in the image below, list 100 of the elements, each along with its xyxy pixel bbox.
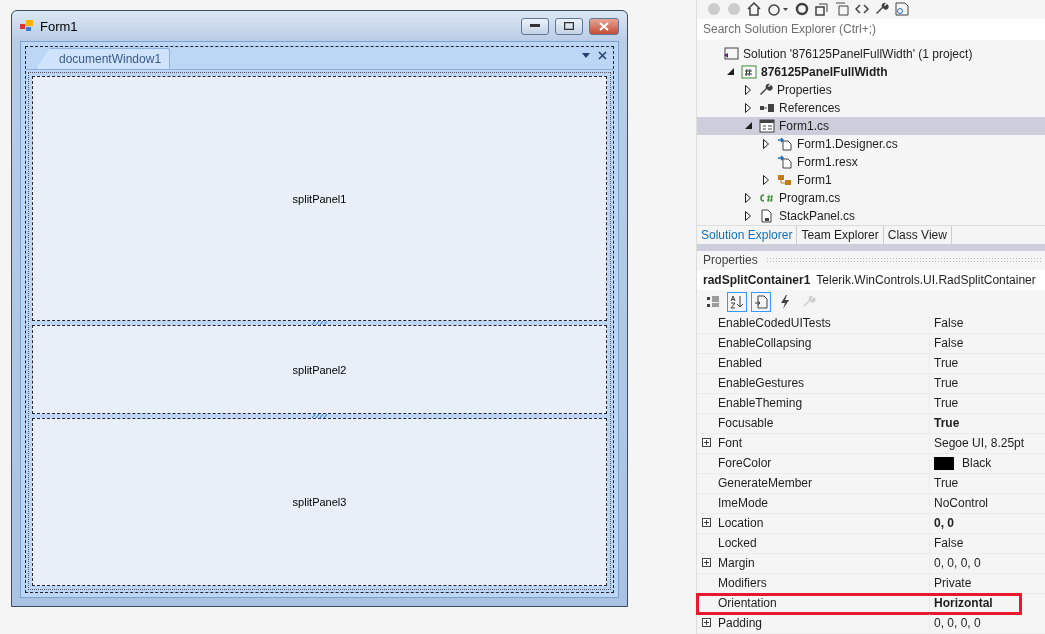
class-icon xyxy=(777,172,793,187)
property-row[interactable]: Focusable True xyxy=(697,414,1045,434)
property-name: EnableCodedUITests xyxy=(717,316,832,331)
property-value[interactable]: False xyxy=(934,536,964,551)
splitter-grip-icon[interactable] xyxy=(310,414,329,418)
property-row[interactable]: Orientation Horizontal xyxy=(697,594,1021,614)
panel-tab[interactable]: Team Explorer xyxy=(797,225,884,244)
property-row[interactable]: EnableGestures True xyxy=(697,374,1045,394)
property-value[interactable]: False xyxy=(934,336,964,351)
panel-label: splitPanel2 xyxy=(292,363,347,376)
property-value[interactable]: True xyxy=(934,376,959,391)
property-value[interactable]: True xyxy=(934,416,960,431)
expand-plus-icon[interactable] xyxy=(702,438,711,448)
linked-file-icon xyxy=(777,154,793,169)
search-field[interactable]: Search Solution Explorer (Ctrl+;) xyxy=(697,19,1045,40)
property-name: ImeMode xyxy=(717,496,770,511)
property-row[interactable]: ForeColor Black xyxy=(697,454,1045,474)
property-row[interactable]: Modifiers Private xyxy=(697,574,1045,594)
document-tab[interactable]: documentWindow1 xyxy=(36,48,171,69)
tree-item[interactable]: Properties xyxy=(697,80,1045,99)
property-row[interactable]: Enabled True xyxy=(697,354,1045,374)
property-name: Locked xyxy=(717,536,758,551)
references-icon xyxy=(759,102,775,113)
property-value[interactable]: 0, 0 xyxy=(934,516,954,531)
object-selector[interactable]: radSplitContainer1 Telerik.WinControls.UI.RadSplitContainer xyxy=(697,269,1045,291)
sort-alphabetical-icon xyxy=(730,295,744,310)
close-icon xyxy=(598,51,607,60)
collapsed-arrow-icon xyxy=(745,84,751,95)
preview-icon xyxy=(895,2,909,17)
panel-tab[interactable]: Solution Explorer xyxy=(697,225,798,244)
property-row[interactable]: EnableCollapsing False xyxy=(697,334,1045,354)
tree-item[interactable]: Form1.cs xyxy=(697,116,1045,135)
property-row[interactable]: Font Segoe UI, 8.25pt xyxy=(697,434,1045,454)
tree-item[interactable]: 876125PanelFullWidth xyxy=(697,62,1045,81)
expand-plus-icon[interactable] xyxy=(702,618,711,628)
property-page-icon xyxy=(754,295,768,310)
property-value[interactable]: True xyxy=(934,476,959,491)
minimize-icon xyxy=(530,24,540,28)
expanded-arrow-icon xyxy=(744,122,752,130)
toolbar-button[interactable] xyxy=(727,292,747,313)
property-name: Modifiers xyxy=(717,576,768,591)
lightning-icon xyxy=(779,295,791,310)
maximize-button[interactable] xyxy=(555,17,583,35)
tree-item[interactable]: StackPanel.cs xyxy=(697,206,1045,225)
property-value[interactable]: True xyxy=(934,396,959,411)
tree-item[interactable]: Form1.Designer.cs xyxy=(697,134,1045,153)
property-name: Orientation xyxy=(717,596,778,611)
panel-tab[interactable]: Class View xyxy=(883,225,952,244)
tree-item[interactable]: Form1 xyxy=(697,170,1045,189)
window-title: Form1 xyxy=(40,18,79,34)
property-value[interactable]: True xyxy=(934,356,959,371)
property-name: Padding xyxy=(717,616,764,631)
property-row[interactable]: Margin 0, 0, 0, 0 xyxy=(697,554,1045,574)
tree-item[interactable]: References xyxy=(697,98,1045,117)
property-name: EnableGestures xyxy=(717,376,806,391)
close-button[interactable] xyxy=(589,17,619,35)
property-row[interactable]: ImeMode NoControl xyxy=(697,494,1045,514)
minimize-button[interactable] xyxy=(521,17,549,35)
property-value[interactable]: False xyxy=(934,316,964,331)
property-value[interactable]: 0, 0, 0, 0 xyxy=(934,556,981,571)
property-value[interactable]: Horizontal xyxy=(934,596,993,611)
dropdown-arrow-icon xyxy=(582,53,590,58)
maximize-icon xyxy=(564,22,574,30)
property-row[interactable]: Location 0, 0 xyxy=(697,514,1045,534)
linked-file-icon xyxy=(777,136,793,151)
property-name: Enabled xyxy=(717,356,764,371)
property-value[interactable]: NoControl xyxy=(934,496,989,511)
history-icon xyxy=(767,2,789,17)
csharp-project-icon xyxy=(741,64,757,79)
wrench-icon xyxy=(802,295,816,310)
panel-title: Properties xyxy=(703,252,758,267)
collapsed-arrow-icon xyxy=(745,102,751,113)
toolbar-button[interactable] xyxy=(751,292,771,313)
tree-item[interactable]: Program.cs xyxy=(697,188,1045,207)
property-name: Font xyxy=(717,436,743,451)
collapsed-arrow-icon xyxy=(763,138,769,149)
expand-plus-icon[interactable] xyxy=(702,518,711,528)
property-name: Location xyxy=(717,516,765,531)
property-name: Margin xyxy=(717,556,756,571)
property-value[interactable]: Private xyxy=(934,576,972,591)
splitter-grip-icon[interactable] xyxy=(310,321,329,326)
collapsed-arrow-icon xyxy=(763,174,769,185)
wrench-icon xyxy=(759,82,773,97)
property-row[interactable]: EnableTheming True xyxy=(697,394,1045,414)
property-value[interactable]: 0, 0, 0, 0 xyxy=(934,616,981,631)
property-row[interactable]: Padding 0, 0, 0, 0 xyxy=(697,614,1045,634)
property-row[interactable]: Locked False xyxy=(697,534,1045,554)
close-icon xyxy=(599,21,609,31)
tree-item[interactable]: Solution '876125PanelFullWidth' (1 project) xyxy=(697,44,1045,63)
expand-plus-icon[interactable] xyxy=(702,558,711,568)
property-value[interactable]: Black xyxy=(962,456,992,471)
panel-label: splitPanel3 xyxy=(292,496,347,508)
categorized-icon xyxy=(706,295,720,310)
collapsed-arrow-icon xyxy=(745,210,751,221)
property-row[interactable]: EnableCodedUITests False xyxy=(697,314,1045,334)
property-row[interactable]: GenerateMember True xyxy=(697,474,1045,494)
tree-item[interactable]: Form1.resx xyxy=(697,152,1045,171)
form-icon xyxy=(20,20,34,32)
property-name: EnableCollapsing xyxy=(717,336,813,351)
property-value[interactable]: Segoe UI, 8.25pt xyxy=(934,436,1025,451)
